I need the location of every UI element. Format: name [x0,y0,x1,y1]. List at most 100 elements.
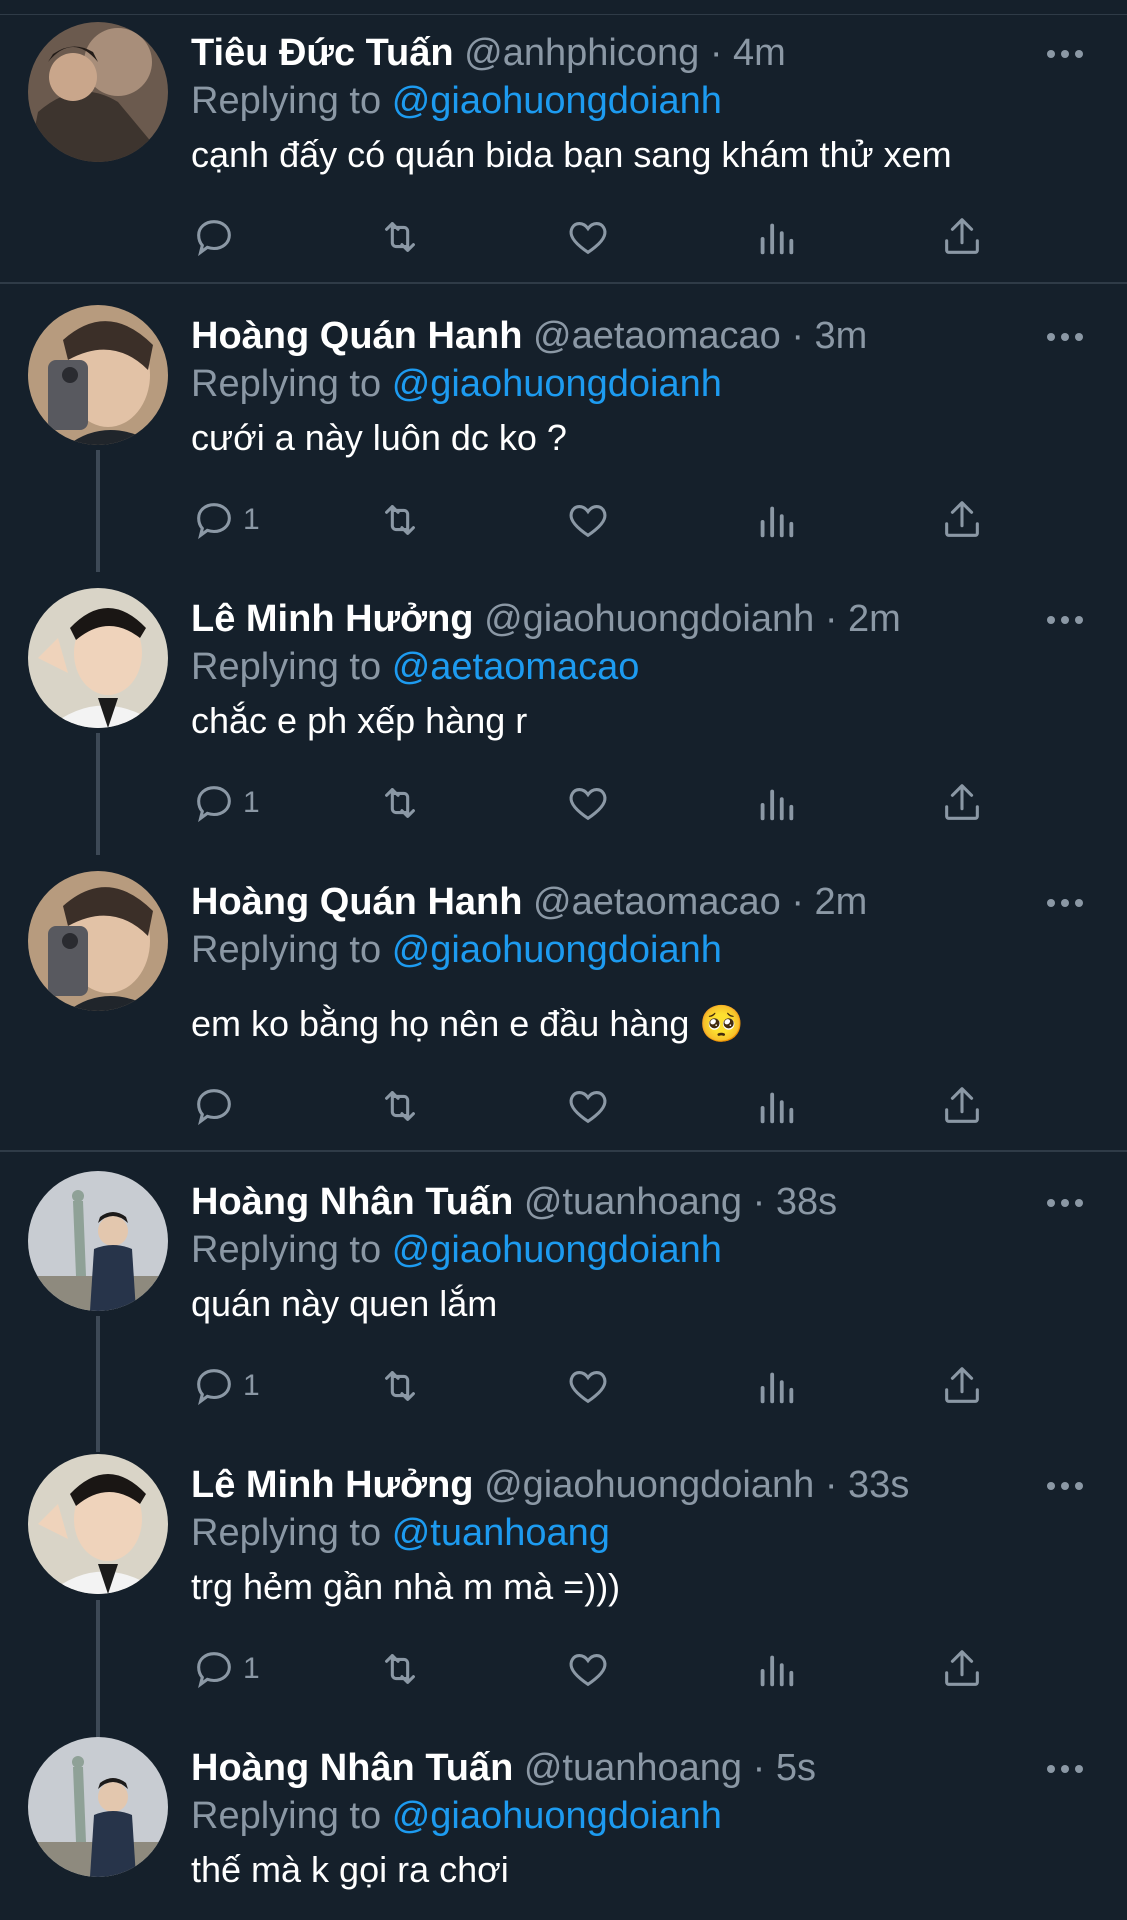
mention-link[interactable]: @giaohuongdoianh [392,1229,722,1271]
more-icon[interactable] [1043,891,1087,915]
display-name[interactable]: Lê Minh Hưởng [191,1464,474,1506]
timestamp[interactable]: 33s [848,1464,909,1506]
reply-count: 1 [243,786,260,819]
replying-label: Replying to [191,80,382,122]
analytics-button[interactable] [753,495,799,545]
display-name[interactable]: Hoàng Nhân Tuấn [191,1747,513,1789]
handle[interactable]: @giaohuongdoianh [484,598,814,640]
reply-button[interactable]: 1 [191,778,260,828]
avatar[interactable] [28,588,168,728]
analytics-icon [760,506,794,538]
share-button[interactable] [939,1644,985,1694]
tweet-text: cưới a này luôn dc ko ? [191,417,567,458]
replying-to: Replying to @giaohuongdoianh [191,361,722,407]
more-icon[interactable] [1043,1191,1087,1215]
timestamp[interactable]: 2m [815,881,868,923]
avatar[interactable] [28,22,168,162]
retweet-button[interactable] [377,1081,423,1131]
replying-to: Replying to @giaohuongdoianh [191,1227,722,1273]
avatar[interactable] [28,1171,168,1311]
analytics-button[interactable] [753,1081,799,1131]
analytics-button[interactable] [753,1361,799,1411]
display-name[interactable]: Tiêu Đức Tuấn [191,32,454,74]
avatar[interactable] [28,305,168,445]
avatar[interactable] [28,1454,168,1594]
share-icon [945,1650,979,1686]
timestamp[interactable]: 3m [815,315,868,357]
tweet-header: Hoàng Quán Hanh @aetaomacao · 3m [191,313,867,359]
mention-link[interactable]: @giaohuongdoianh [392,1795,722,1837]
share-button[interactable] [939,212,985,262]
timestamp[interactable]: 5s [776,1747,816,1789]
share-icon [945,784,979,820]
more-icon[interactable] [1043,1474,1087,1498]
thread-divider [0,282,1127,284]
reply-button[interactable]: 1 [191,1644,260,1694]
share-button[interactable] [939,1361,985,1411]
handle[interactable]: @aetaomacao [533,881,781,923]
handle[interactable]: @tuanhoang [524,1181,742,1223]
more-icon[interactable] [1043,1757,1087,1781]
reply-button[interactable]: 1 [191,495,260,545]
replying-to: Replying to @giaohuongdoianh [191,78,722,124]
like-button[interactable] [565,1361,611,1411]
share-button[interactable] [939,778,985,828]
analytics-button[interactable] [753,778,799,828]
retweet-icon [385,1654,415,1684]
tweet-text: chắc e ph xếp hàng r [191,700,528,741]
heart-icon [569,505,607,538]
retweet-button[interactable] [377,495,423,545]
share-button[interactable] [939,495,985,545]
retweet-button[interactable] [377,1361,423,1411]
handle[interactable]: @aetaomacao [533,315,781,357]
mention-link[interactable]: @giaohuongdoianh [392,80,722,122]
retweet-button[interactable] [377,1644,423,1694]
reply-button[interactable]: 1 [191,1361,260,1411]
reply-icon [197,1369,231,1406]
analytics-icon [760,223,794,255]
separator-dot: · [824,1464,838,1506]
tweet-actions: 1 [191,495,1011,545]
share-button[interactable] [939,1081,985,1131]
separator-dot: · [752,1747,766,1789]
tweet-header: Hoàng Nhân Tuấn @tuanhoang · 38s [191,1179,837,1225]
avatar[interactable] [28,1737,168,1877]
timestamp[interactable]: 4m [733,32,786,74]
handle[interactable]: @giaohuongdoianh [484,1464,814,1506]
retweet-button[interactable] [377,212,423,262]
tweet-text: thế mà k gọi ra chơi [191,1849,509,1890]
avatar[interactable] [28,871,168,1011]
mention-link[interactable]: @aetaomacao [392,646,640,688]
timestamp[interactable]: 38s [776,1181,837,1223]
timestamp[interactable]: 2m [848,598,901,640]
display-name[interactable]: Hoàng Quán Hanh [191,881,522,923]
analytics-icon [760,789,794,821]
mention-link[interactable]: @giaohuongdoianh [392,363,722,405]
analytics-button[interactable] [753,1644,799,1694]
display-name[interactable]: Hoàng Quán Hanh [191,315,522,357]
mention-link[interactable]: @giaohuongdoianh [392,929,722,971]
avatar-image [28,1454,168,1594]
retweet-button[interactable] [377,778,423,828]
tweet-header: Tiêu Đức Tuấn @anhphicong · 4m [191,30,786,76]
reply-button[interactable] [191,1081,243,1131]
separator-dot: · [752,1181,766,1223]
like-button[interactable] [565,495,611,545]
reply-button[interactable] [191,212,243,262]
mention-link[interactable]: @tuanhoang [392,1512,610,1554]
like-button[interactable] [565,212,611,262]
like-button[interactable] [565,1081,611,1131]
more-icon[interactable] [1043,325,1087,349]
like-button[interactable] [565,778,611,828]
handle[interactable]: @anhphicong [464,32,699,74]
more-icon[interactable] [1043,42,1087,66]
like-button[interactable] [565,1644,611,1694]
display-name[interactable]: Lê Minh Hưởng [191,598,474,640]
handle[interactable]: @tuanhoang [524,1747,742,1789]
display-name[interactable]: Hoàng Nhân Tuấn [191,1181,513,1223]
reply-icon [197,503,231,540]
tweet-header: Hoàng Nhân Tuấn @tuanhoang · 5s [191,1745,816,1791]
analytics-button[interactable] [753,212,799,262]
reply-icon [197,1089,231,1126]
more-icon[interactable] [1043,608,1087,632]
